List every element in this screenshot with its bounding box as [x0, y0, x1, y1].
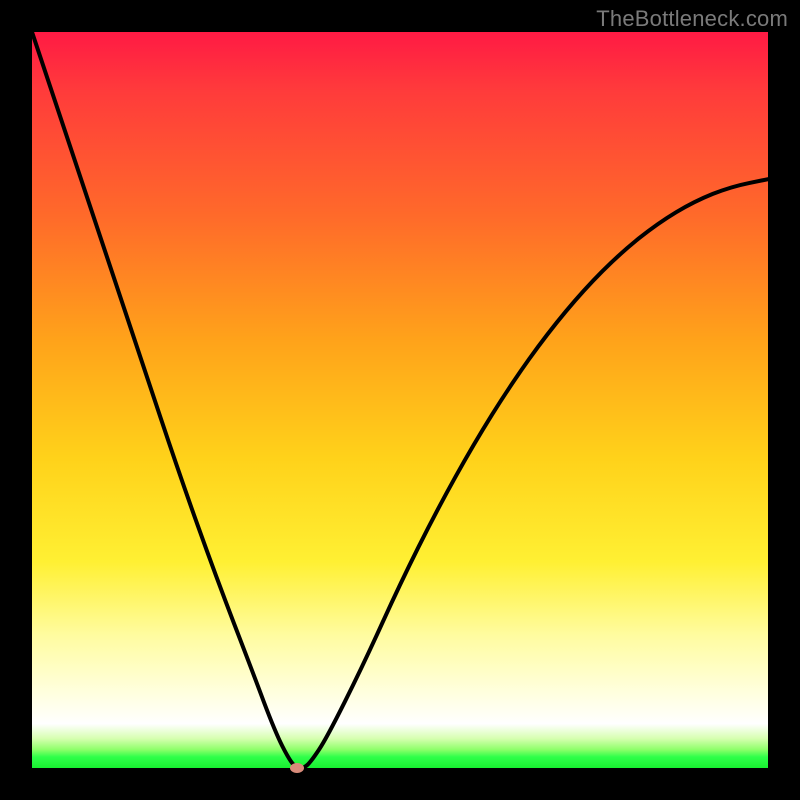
bottleneck-curve	[32, 32, 768, 768]
watermark-text: TheBottleneck.com	[596, 6, 788, 32]
optimum-marker-icon	[290, 763, 304, 773]
chart-frame: TheBottleneck.com	[0, 0, 800, 800]
plot-area	[32, 32, 768, 768]
